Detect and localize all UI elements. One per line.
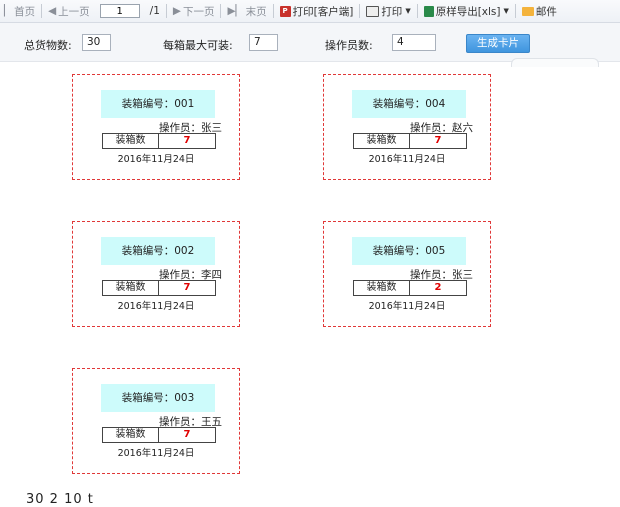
box-count-label: 装箱数 bbox=[103, 281, 159, 295]
box-card: 装箱编号：003 操作员：王五 装箱数 7 2016年11月24日 bbox=[72, 368, 240, 474]
prev-page-icon: ◀ bbox=[48, 5, 57, 17]
chevron-down-icon: ▼ bbox=[405, 7, 411, 15]
box-number: 装箱编号：003 bbox=[101, 384, 215, 412]
box-card: 装箱编号：002 操作员：李四 装箱数 7 2016年11月24日 bbox=[72, 221, 240, 327]
excel-icon bbox=[423, 5, 434, 17]
box-card: 装箱编号：005 操作员：张三 装箱数 2 2016年11月24日 bbox=[323, 221, 491, 327]
box-count-label: 装箱数 bbox=[354, 281, 410, 295]
card-date: 2016年11月24日 bbox=[368, 301, 446, 312]
generate-cards-button[interactable]: 生成卡片 bbox=[466, 34, 530, 53]
first-page-label: 首页 bbox=[14, 5, 36, 18]
mail-button[interactable]: 邮件 bbox=[518, 0, 561, 22]
print-client-button[interactable]: P 打印[客户端] bbox=[276, 0, 358, 22]
card-date: 2016年11月24日 bbox=[117, 301, 195, 312]
parameter-panel: 总货物数: 30 每箱最大可装: 7 操作员数: 4 生成卡片 bbox=[0, 23, 620, 62]
page-total: /1 bbox=[149, 5, 160, 17]
printer-icon bbox=[366, 5, 380, 17]
box-count-value: 7 bbox=[183, 135, 191, 146]
toolbar-divider bbox=[165, 4, 167, 18]
next-page-icon: ▶ bbox=[172, 5, 181, 17]
max-per-box-label: 每箱最大可装: bbox=[163, 39, 233, 52]
chevron-down-icon: ▼ bbox=[503, 7, 509, 15]
box-number: 装箱编号：004 bbox=[352, 90, 466, 118]
card-date: 2016年11月24日 bbox=[368, 154, 446, 165]
total-goods-label: 总货物数: bbox=[24, 39, 72, 52]
pdf-icon: P bbox=[279, 5, 291, 17]
last-page-icon: ▶▏ bbox=[227, 5, 244, 17]
print-button[interactable]: 打印 ▼ bbox=[362, 0, 414, 22]
first-page-button[interactable]: ▏ 首页 bbox=[0, 0, 39, 22]
box-count-label: 装箱数 bbox=[103, 134, 159, 148]
box-count-label: 装箱数 bbox=[103, 428, 159, 442]
box-count-value: 2 bbox=[434, 282, 442, 293]
card-date: 2016年11月24日 bbox=[117, 154, 195, 165]
card-date: 2016年11月24日 bbox=[117, 448, 195, 459]
footer-text: 30 2 10 t bbox=[26, 492, 94, 507]
box-count-row: 装箱数 2 bbox=[353, 280, 467, 296]
report-toolbar: ▏ 首页 ◀ 上一页 /1 ▶ 下一页 ▶▏ 末页 P 打印[客户端] 打印 ▼… bbox=[0, 0, 620, 23]
export-label: 原样导出[xls] bbox=[435, 5, 501, 18]
last-page-label: 末页 bbox=[245, 5, 267, 18]
box-count-row: 装箱数 7 bbox=[102, 133, 216, 149]
box-count-label: 装箱数 bbox=[354, 134, 410, 148]
box-count-value: 7 bbox=[183, 282, 191, 293]
mail-label: 邮件 bbox=[535, 5, 557, 18]
next-page-button[interactable]: ▶ 下一页 bbox=[169, 0, 219, 22]
print-label: 打印 bbox=[381, 5, 403, 18]
export-button[interactable]: 原样导出[xls] ▼ bbox=[420, 0, 513, 22]
prev-page-label: 上一页 bbox=[58, 5, 90, 18]
toolbar-divider bbox=[41, 4, 43, 18]
total-goods-input[interactable]: 30 bbox=[82, 34, 111, 51]
next-page-label: 下一页 bbox=[182, 5, 215, 18]
box-card: 装箱编号：004 操作员：赵六 装箱数 7 2016年11月24日 bbox=[323, 74, 491, 180]
box-number: 装箱编号：001 bbox=[101, 90, 215, 118]
box-count-row: 装箱数 7 bbox=[353, 133, 467, 149]
first-page-icon: ▏ bbox=[4, 5, 13, 17]
toolbar-divider bbox=[359, 4, 361, 18]
box-card: 装箱编号：001 操作员：张三 装箱数 7 2016年11月24日 bbox=[72, 74, 240, 180]
collapse-handle[interactable] bbox=[511, 58, 599, 67]
toolbar-divider bbox=[416, 4, 418, 18]
page-number-input[interactable] bbox=[99, 4, 140, 18]
prev-page-button[interactable]: ◀ 上一页 bbox=[44, 0, 94, 22]
max-per-box-input[interactable]: 7 bbox=[249, 34, 278, 51]
toolbar-divider bbox=[272, 4, 274, 18]
toolbar-divider bbox=[220, 4, 222, 18]
operator-count-label: 操作员数: bbox=[325, 39, 373, 52]
box-number: 装箱编号：002 bbox=[101, 237, 215, 265]
last-page-button[interactable]: ▶▏ 末页 bbox=[223, 0, 270, 22]
mail-icon bbox=[521, 6, 534, 16]
box-count-row: 装箱数 7 bbox=[102, 280, 216, 296]
operator-count-input[interactable]: 4 bbox=[392, 34, 436, 51]
box-count-value: 7 bbox=[183, 429, 191, 440]
box-number: 装箱编号：005 bbox=[352, 237, 466, 265]
box-count-value: 7 bbox=[434, 135, 442, 146]
print-client-label: 打印[客户端] bbox=[292, 5, 354, 18]
toolbar-divider bbox=[514, 4, 516, 18]
box-count-row: 装箱数 7 bbox=[102, 427, 216, 443]
